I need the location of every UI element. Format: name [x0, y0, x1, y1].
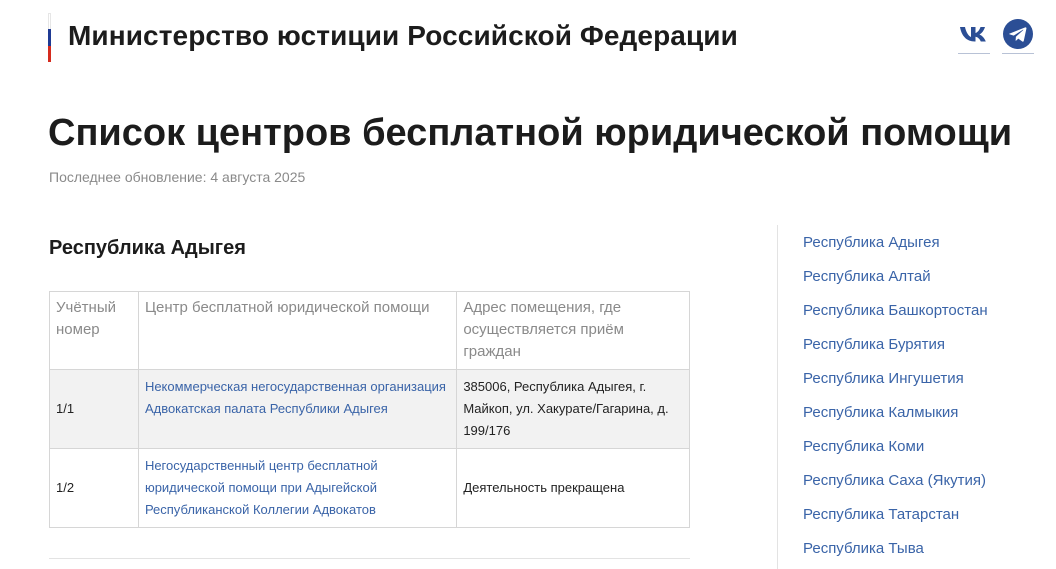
site-title-link[interactable]: Министерство юстиции Российской Федераци…: [68, 20, 738, 52]
site-header: Министерство юстиции Российской Федераци…: [0, 0, 1056, 80]
region-nav-item: Республика Тыва: [803, 539, 988, 569]
region-nav-item: Республика Алтай: [803, 267, 988, 301]
address-cell: 385006, Республика Адыгея, г. Майкоп, ул…: [456, 369, 690, 449]
column-header-number: Учётный номер: [49, 291, 139, 370]
last-updated: Последнее обновление: 4 августа 2025: [49, 169, 306, 185]
flag-stripe: [48, 13, 51, 62]
center-cell: Негосударственный центр бесплатной юриди…: [137, 448, 458, 528]
table-header-row: Учётный номер Центр бесплатной юридическ…: [49, 291, 690, 370]
region-nav-item: Республика Бурятия: [803, 335, 988, 369]
region-link-buryatia[interactable]: Республика Бурятия: [803, 336, 945, 353]
social-links: [958, 18, 1034, 54]
region-link-komi[interactable]: Республика Коми: [803, 438, 924, 455]
region-link-altai[interactable]: Республика Алтай: [803, 268, 931, 285]
region-link-sakha[interactable]: Республика Саха (Якутия): [803, 472, 986, 489]
region-nav-item: Республика Татарстан: [803, 505, 988, 539]
registration-number: 1/1: [49, 369, 139, 449]
vk-link[interactable]: [958, 18, 990, 54]
center-link[interactable]: Негосударственный центр бесплатной юриди…: [145, 458, 378, 517]
page-title: Список центров бесплатной юридической по…: [48, 112, 1013, 154]
table-row: 1/1 Некоммерческая негосударственная орг…: [49, 369, 690, 449]
section-divider: [49, 558, 690, 559]
region-nav-item: Республика Башкортостан: [803, 301, 988, 335]
region-link-tatarstan[interactable]: Республика Татарстан: [803, 506, 959, 523]
section-title: Республика Адыгея: [49, 237, 246, 259]
region-link-kalmykia[interactable]: Республика Калмыкия: [803, 404, 958, 421]
sidebar-divider: [777, 225, 778, 569]
table-row: 1/2 Негосударственный центр бесплатной ю…: [49, 448, 690, 528]
telegram-link[interactable]: [1002, 18, 1034, 54]
column-header-address: Адрес помещения, где осуществляется приё…: [456, 291, 690, 370]
region-nav-item: Республика Ингушетия: [803, 369, 988, 403]
region-nav-item: Республика Коми: [803, 437, 988, 471]
center-link[interactable]: Некоммерческая негосударственная организ…: [145, 379, 446, 416]
telegram-icon: [1003, 19, 1033, 49]
region-nav-item: Республика Калмыкия: [803, 403, 988, 437]
region-nav: Республика Адыгея Республика Алтай Респу…: [803, 233, 988, 569]
region-nav-item: Республика Адыгея: [803, 233, 988, 267]
centers-table: Учётный номер Центр бесплатной юридическ…: [49, 291, 690, 528]
address-cell: Деятельность прекращена: [456, 448, 690, 528]
registration-number: 1/2: [49, 448, 139, 528]
center-cell: Некоммерческая негосударственная организ…: [137, 369, 458, 449]
region-link-tyva[interactable]: Республика Тыва: [803, 540, 924, 557]
vk-icon: [960, 27, 986, 42]
region-link-adygea[interactable]: Республика Адыгея: [803, 234, 940, 251]
column-header-center: Центр бесплатной юридической помощи: [137, 291, 458, 370]
region-link-ingushetia[interactable]: Республика Ингушетия: [803, 370, 964, 387]
region-link-bashkortostan[interactable]: Республика Башкортостан: [803, 302, 988, 319]
region-nav-item: Республика Саха (Якутия): [803, 471, 988, 505]
